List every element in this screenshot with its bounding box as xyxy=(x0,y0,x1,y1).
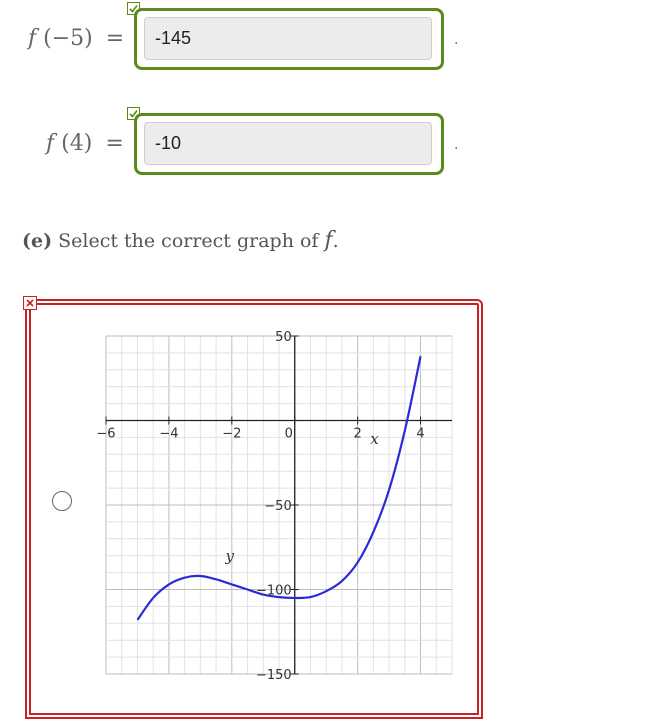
x-tick-label: −4 xyxy=(159,427,178,442)
expression-f-4: f (4) = xyxy=(46,131,124,156)
period-1: . xyxy=(454,32,459,48)
question-end: . xyxy=(332,230,339,252)
x-tick-label: −6 xyxy=(96,427,115,442)
function-argument: (−5) xyxy=(43,26,93,51)
y-tick-label: −50 xyxy=(264,499,291,514)
period-2: . xyxy=(454,137,459,153)
answer-input-f-4[interactable]: -10 xyxy=(144,122,432,165)
question-text: Select the correct graph of xyxy=(58,230,319,252)
y-tick-label: −150 xyxy=(256,668,292,682)
y-axis-label: y xyxy=(225,547,235,565)
question-e: (e) Select the correct graph of f. xyxy=(22,228,339,253)
x-tick-label: 4 xyxy=(416,427,424,442)
answer-box-1: -145 xyxy=(134,8,444,70)
equals-sign: = xyxy=(105,131,124,156)
answer-box-2: -10 xyxy=(134,113,444,175)
x-axis-label: x xyxy=(370,430,379,448)
function-name: f xyxy=(28,26,37,51)
graph-chart: −6 −4 −2 0 2 450−50−100−150 x y xyxy=(96,330,453,682)
chart-ticks: −6 −4 −2 0 2 450−50−100−150 xyxy=(96,330,424,682)
equals-sign: = xyxy=(105,26,125,51)
x-tick-label: −2 xyxy=(222,427,241,442)
incorrect-x-icon xyxy=(23,296,37,310)
function-name: f xyxy=(46,131,55,156)
y-tick-label: 50 xyxy=(275,330,292,345)
x-tick-label: 2 xyxy=(353,427,361,442)
function-argument: (4) xyxy=(61,131,93,156)
graph-option-radio[interactable] xyxy=(52,491,72,511)
question-part-label: (e) xyxy=(22,230,53,252)
x-tick-label: 0 xyxy=(285,427,293,442)
answer-input-f-minus5[interactable]: -145 xyxy=(144,17,432,60)
expression-f-minus5: f (−5) = xyxy=(28,26,124,51)
question-function: f xyxy=(324,228,333,253)
